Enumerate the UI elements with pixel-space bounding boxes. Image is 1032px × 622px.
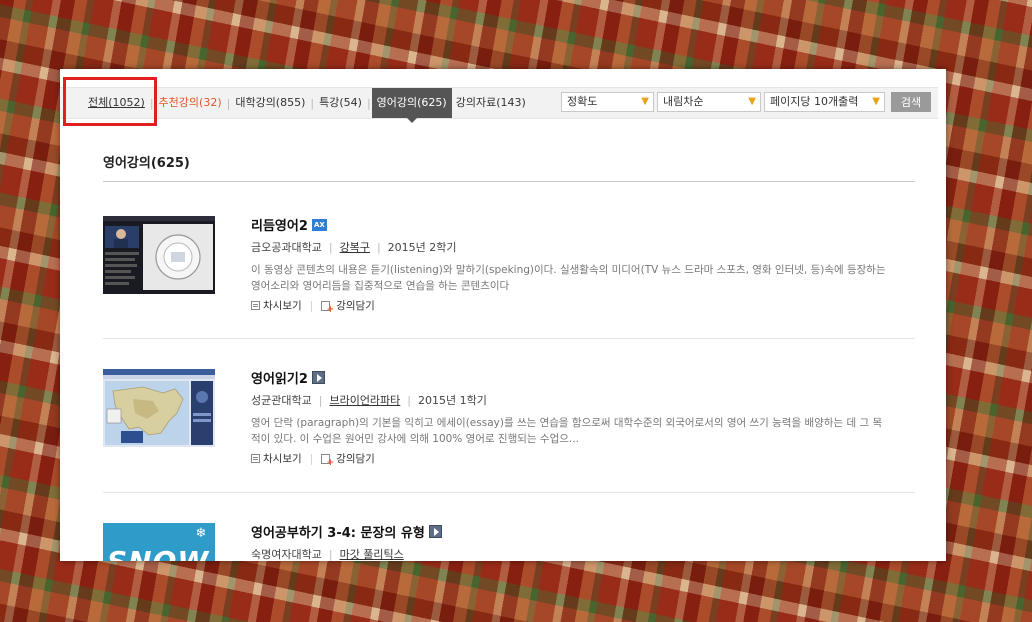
search-results-panel: 전체(1052) | 추천강의(32) | 대학강의(855) | 특강(54)… [60, 69, 946, 561]
sort-by-value: 정확도 [567, 95, 598, 108]
course-term: 2015년 1학기 [418, 394, 487, 407]
course-meta: 성균관대학교 | 브라이언라파타 | 2015년 1학기 [251, 392, 901, 408]
meta-separator: | [328, 240, 333, 254]
tab-recommended[interactable]: 추천강의(32) [155, 88, 226, 118]
meta-separator: | [318, 393, 323, 407]
chevron-down-icon: ▼ [641, 96, 649, 107]
list-icon [251, 454, 260, 463]
add-course-label: 강의담기 [336, 300, 375, 312]
course-info: 리듬영어2 AX 금오공과대학교 | 강복구 | 2015년 2학기 이 동영상… [251, 215, 901, 315]
video-thumbnail-image [103, 216, 215, 294]
add-course-label: 강의담기 [336, 453, 375, 465]
video-thumbnail-image: ❄ SNOW [103, 523, 215, 561]
course-description: 이 동영상 콘텐츠의 내용은 듣기(listening)와 말하기(spekin… [251, 264, 886, 292]
course-term: 2015년 2학기 [387, 241, 457, 254]
university-name: 금오공과대학교 [251, 241, 322, 254]
per-page-value: 페이지당 10개출력 [770, 95, 859, 108]
view-episodes-button[interactable]: 차시보기 [251, 298, 302, 313]
course-actions: 차시보기 | 강의담기 [251, 451, 901, 468]
ax-badge-icon: AX [311, 218, 327, 231]
course-item: ❄ SNOW 영어공부하기 3-4: 문장의 유형 숙명여자대학교 | 마갓 풀… [103, 523, 915, 561]
per-page-select[interactable]: 페이지당 10개출력 ▼ [764, 92, 885, 112]
highlight-annotation-box [63, 77, 157, 126]
category-filter-bar: 전체(1052) | 추천강의(32) | 대학강의(855) | 특강(54)… [60, 87, 938, 123]
course-title-link[interactable]: 리듬영어2 [251, 215, 308, 234]
course-description: 영어 단락 (paragraph)의 기본을 익히고 에세이(essay)를 쓰… [251, 417, 883, 445]
add-to-list-icon [321, 453, 334, 468]
item-divider [103, 492, 915, 493]
chevron-down-icon: ▼ [748, 96, 756, 107]
svg-text:❄: ❄ [196, 526, 207, 541]
meta-separator: | [407, 393, 412, 407]
view-episodes-label: 차시보기 [263, 300, 302, 312]
order-select[interactable]: 내림차순 ▼ [657, 92, 761, 112]
professor-link[interactable]: 브라이언라파타 [329, 392, 400, 408]
tab-english[interactable]: 영어강의(625) [371, 88, 452, 123]
course-title-link[interactable]: 영어공부하기 3-4: 문장의 유형 [251, 522, 425, 541]
university-name: 숙명여자대학교 [251, 548, 322, 561]
tab-university[interactable]: 대학강의(855) [231, 88, 309, 118]
order-value: 내림차순 [663, 95, 704, 108]
meta-separator: | [376, 240, 381, 254]
tab-materials[interactable]: 강의자료(143) [452, 88, 530, 118]
add-course-button[interactable]: 강의담기 [321, 298, 375, 315]
course-thumbnail[interactable] [103, 216, 215, 294]
video-thumbnail-image [103, 369, 215, 447]
course-info: 영어읽기2 성균관대학교 | 브라이언라파타 | 2015년 1학기 영어 단락… [251, 368, 901, 468]
list-icon [251, 301, 260, 310]
video-play-icon [311, 371, 325, 384]
video-play-icon [428, 525, 442, 538]
sort-controls: 정확도 ▼ 내림차순 ▼ 페이지당 10개출력 ▼ 검색 [561, 92, 931, 112]
action-separator: | [309, 452, 314, 465]
search-button[interactable]: 검색 [891, 92, 931, 112]
view-episodes-button[interactable]: 차시보기 [251, 451, 302, 466]
course-thumbnail[interactable] [103, 369, 215, 447]
course-item: 리듬영어2 AX 금오공과대학교 | 강복구 | 2015년 2학기 이 동영상… [103, 215, 915, 339]
sort-by-select[interactable]: 정확도 ▼ [561, 92, 654, 112]
item-divider [103, 338, 915, 339]
university-name: 성균관대학교 [251, 394, 312, 407]
course-thumbnail[interactable]: ❄ SNOW [103, 523, 215, 561]
course-actions: 차시보기 | 강의담기 [251, 298, 901, 315]
thumbnail-snow-text: SNOW [107, 545, 209, 561]
add-course-button[interactable]: 강의담기 [321, 451, 375, 468]
course-meta: 숙명여자대학교 | 마갓 풀리틱스 [251, 546, 901, 562]
action-separator: | [309, 299, 314, 312]
course-meta: 금오공과대학교 | 강복구 | 2015년 2학기 [251, 239, 901, 255]
meta-separator: | [328, 547, 333, 561]
view-episodes-label: 차시보기 [263, 453, 302, 465]
tab-special[interactable]: 특강(54) [315, 88, 366, 118]
course-info: 영어공부하기 3-4: 문장의 유형 숙명여자대학교 | 마갓 풀리틱스 [251, 523, 901, 561]
professor-link[interactable]: 강복구 [340, 239, 370, 255]
add-to-list-icon [321, 300, 334, 315]
course-item: 영어읽기2 성균관대학교 | 브라이언라파타 | 2015년 1학기 영어 단락… [103, 368, 915, 493]
chevron-down-icon: ▼ [872, 96, 880, 107]
course-title-link[interactable]: 영어읽기2 [251, 368, 308, 387]
section-title: 영어강의(625) [103, 152, 915, 182]
professor-link[interactable]: 마갓 풀리틱스 [340, 546, 404, 561]
